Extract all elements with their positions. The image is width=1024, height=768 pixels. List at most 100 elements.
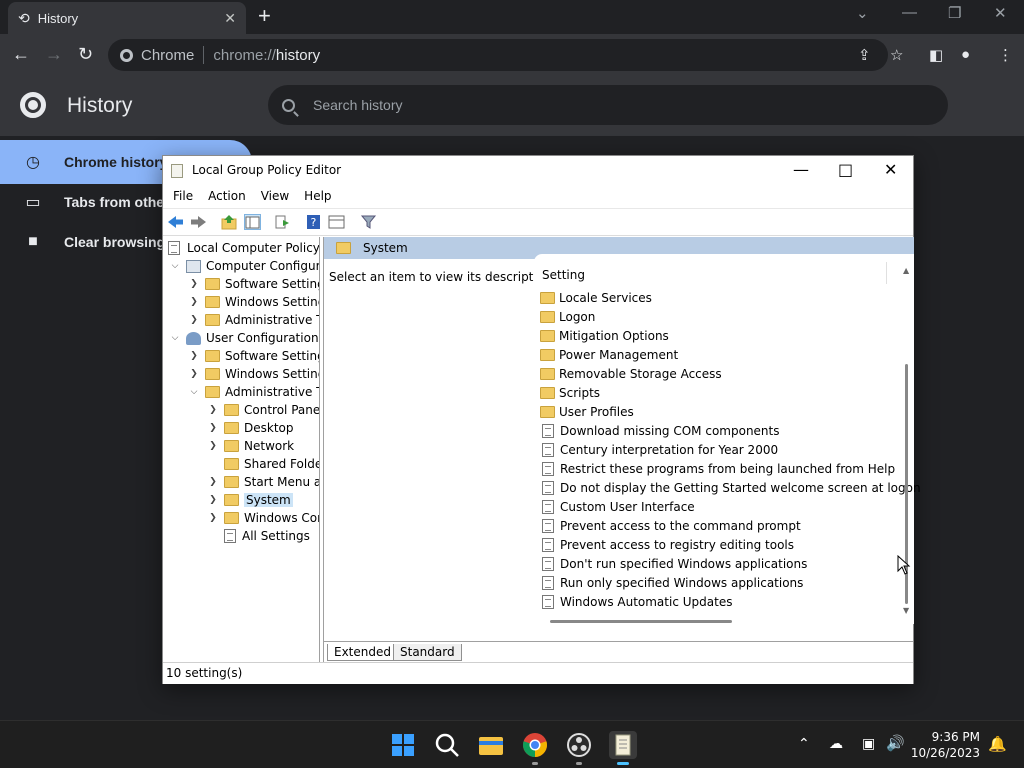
up-folder-icon[interactable]: [221, 214, 238, 230]
tab-history[interactable]: ⟲ History ✕: [8, 2, 246, 34]
setting-row[interactable]: Scripts: [540, 383, 600, 402]
tab-extended[interactable]: Extended: [327, 644, 398, 661]
chevron-right-icon[interactable]: ❯: [189, 297, 199, 307]
setting-row[interactable]: Logon: [540, 307, 595, 326]
tree-item-computer-configuration[interactable]: ⌵ Computer Configura: [170, 257, 319, 275]
chevron-right-icon[interactable]: ❯: [208, 495, 218, 505]
setting-row[interactable]: Locale Services: [540, 288, 652, 307]
tree-item-control-panel[interactable]: ❯ Control Panel: [208, 401, 319, 419]
tree-item-start-menu[interactable]: ❯ Start Menu ar: [208, 473, 319, 491]
group-policy-taskbar-icon[interactable]: [609, 731, 637, 759]
menu-file[interactable]: File: [173, 186, 193, 208]
tree-item-local-computer-policy[interactable]: Local Computer Policy: [168, 239, 319, 257]
policy-row[interactable]: Run only specified Windows applications: [540, 573, 803, 592]
setting-row[interactable]: Power Management: [540, 345, 678, 364]
policy-row[interactable]: Century interpretation for Year 2000: [540, 440, 778, 459]
bookmark-star-icon[interactable]: ☆: [890, 46, 903, 64]
volume-icon[interactable]: 🔊: [886, 734, 905, 752]
policy-row[interactable]: Windows Automatic Updates: [540, 592, 732, 611]
file-explorer-icon[interactable]: [477, 731, 505, 759]
chevron-down-icon[interactable]: ⌵: [170, 261, 180, 271]
chevron-right-icon[interactable]: ❯: [189, 315, 199, 325]
tree-item-network[interactable]: ❯ Network: [208, 437, 294, 455]
tree-item-administrative-templates[interactable]: ❯ Administrative Te: [189, 311, 319, 329]
tree-item-all-settings[interactable]: All Settings: [224, 527, 310, 545]
policy-row[interactable]: Do not display the Getting Started welco…: [540, 478, 921, 497]
obs-icon[interactable]: [565, 731, 593, 759]
gpe-title-bar[interactable]: Local Group Policy Editor — □ ✕: [163, 156, 913, 186]
profile-icon[interactable]: ●: [961, 46, 970, 63]
policy-row[interactable]: Download missing COM components: [540, 421, 780, 440]
forward-button[interactable]: →: [45, 44, 63, 64]
gpe-minimize-button[interactable]: —: [793, 160, 809, 180]
column-divider[interactable]: [886, 262, 887, 284]
chrome-icon[interactable]: [521, 731, 549, 759]
menu-kebab-icon[interactable]: ⋮: [998, 46, 1013, 64]
restore-button[interactable]: ❐: [948, 4, 961, 22]
chevron-right-icon[interactable]: ❯: [208, 477, 218, 487]
back-arrow-icon[interactable]: [167, 214, 184, 230]
chevron-down-icon[interactable]: ⌵: [170, 333, 180, 343]
tree-item-windows-components[interactable]: ❯ Windows Cor: [208, 509, 319, 527]
chevron-right-icon[interactable]: ❯: [208, 441, 218, 451]
chevron-up-icon[interactable]: ⌃: [798, 735, 810, 752]
scroll-up-icon[interactable]: ▲: [903, 266, 909, 275]
clock-time[interactable]: 9:36 PM: [932, 730, 980, 744]
gpe-maximize-button[interactable]: □: [838, 160, 853, 180]
tree-item-desktop[interactable]: ❯ Desktop: [208, 419, 293, 437]
settings-horizontal-scrollbar[interactable]: [550, 618, 890, 624]
reload-button[interactable]: ↻: [78, 44, 93, 64]
export-list-icon[interactable]: [274, 214, 291, 230]
policy-row[interactable]: Custom User Interface: [540, 497, 695, 516]
scroll-thumb[interactable]: [550, 620, 732, 623]
tree-item-administrative-templates[interactable]: ⌵ Administrative Te: [189, 383, 319, 401]
column-header-setting[interactable]: Setting: [542, 268, 585, 282]
clock-date[interactable]: 10/26/2023: [911, 746, 980, 760]
network-icon[interactable]: ▣: [862, 735, 875, 752]
policy-row[interactable]: Don't run specified Windows applications: [540, 554, 807, 573]
chevron-right-icon[interactable]: ❯: [189, 279, 199, 289]
minimize-button[interactable]: —: [902, 4, 917, 21]
onedrive-icon[interactable]: ☁: [829, 735, 843, 752]
tab-search-icon[interactable]: ⌄: [856, 4, 869, 22]
filter-icon[interactable]: [360, 214, 377, 230]
properties-pane-icon[interactable]: [328, 214, 345, 230]
chevron-right-icon[interactable]: ❯: [189, 369, 199, 379]
tree-item-system[interactable]: ❯ System: [208, 491, 293, 509]
chevron-down-icon[interactable]: ⌵: [189, 387, 199, 397]
share-icon[interactable]: ⇪: [858, 46, 871, 64]
new-tab-button[interactable]: +: [258, 4, 271, 28]
policy-row[interactable]: Prevent access to the command prompt: [540, 516, 801, 535]
start-windows-icon[interactable]: [389, 731, 417, 759]
forward-arrow-icon[interactable]: [190, 214, 207, 230]
tree-item-user-configuration[interactable]: ⌵ User Configuration: [170, 329, 319, 347]
setting-row[interactable]: User Profiles: [540, 402, 634, 421]
chevron-right-icon[interactable]: ❯: [208, 423, 218, 433]
chevron-right-icon[interactable]: ❯: [208, 405, 218, 415]
search-history-input[interactable]: Search history: [268, 85, 948, 125]
menu-action[interactable]: Action: [208, 186, 246, 208]
menu-help[interactable]: Help: [304, 186, 331, 208]
notification-bell-icon[interactable]: 🔔: [988, 735, 1007, 753]
help-icon[interactable]: ?: [305, 214, 322, 230]
search-icon[interactable]: [433, 731, 461, 759]
setting-row[interactable]: Removable Storage Access: [540, 364, 722, 383]
side-panel-icon[interactable]: ◧: [929, 46, 943, 64]
back-button[interactable]: ←: [12, 44, 30, 64]
policy-row[interactable]: Prevent access to registry editing tools: [540, 535, 794, 554]
tab-standard[interactable]: Standard: [393, 644, 462, 661]
menu-view[interactable]: View: [261, 186, 289, 208]
omnibox[interactable]: Chrome chrome:// history: [108, 39, 888, 71]
show-hide-tree-icon[interactable]: [244, 214, 261, 230]
chevron-right-icon[interactable]: ❯: [189, 351, 199, 361]
scroll-down-icon[interactable]: ▼: [903, 606, 909, 615]
tree-item-shared-folders[interactable]: Shared Folder: [224, 455, 319, 473]
close-window-button[interactable]: ✕: [994, 4, 1007, 22]
tab-close-icon[interactable]: ✕: [224, 10, 236, 27]
tree-item-software-settings[interactable]: ❯ Software Settings: [189, 275, 319, 293]
tree-item-windows-settings[interactable]: ❯ Windows Setting: [189, 293, 319, 311]
setting-row[interactable]: Mitigation Options: [540, 326, 669, 345]
chevron-right-icon[interactable]: ❯: [208, 513, 218, 523]
tree-item-windows-settings[interactable]: ❯ Windows Setting: [189, 365, 319, 383]
gpe-close-button[interactable]: ✕: [884, 160, 897, 180]
